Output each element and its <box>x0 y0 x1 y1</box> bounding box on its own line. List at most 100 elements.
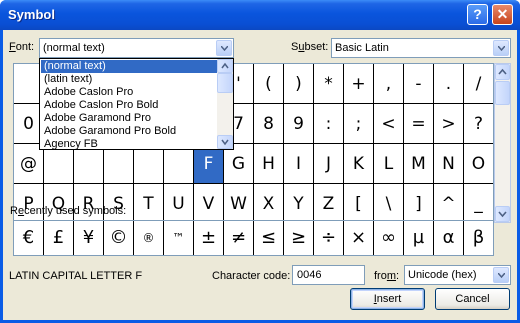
window-title: Symbol <box>8 7 55 22</box>
symbol-cell[interactable]: / <box>464 64 493 104</box>
symbol-cell[interactable]: @ <box>14 144 44 184</box>
symbol-cell[interactable]: ^ <box>434 184 464 222</box>
symbol-cell[interactable]: ? <box>464 104 493 144</box>
recent-symbol-cell[interactable]: ≠ <box>224 221 254 255</box>
symbol-cell[interactable]: W <box>224 184 254 222</box>
from-combobox[interactable]: Unicode (hex) <box>404 265 511 285</box>
recent-symbol-cell[interactable]: ± <box>194 221 224 255</box>
symbol-cell[interactable]: N <box>434 144 464 184</box>
symbol-cell[interactable]: ; <box>344 104 374 144</box>
symbol-cell[interactable]: H <box>254 144 284 184</box>
symbol-cell[interactable] <box>74 144 104 184</box>
scroll-up-icon[interactable] <box>495 64 510 80</box>
cancel-button[interactable]: Cancel <box>435 288 510 310</box>
subset-combobox[interactable]: Basic Latin <box>331 38 511 58</box>
symbol-cell[interactable]: X <box>254 184 284 222</box>
symbol-cell[interactable]: I <box>284 144 314 184</box>
font-list-item[interactable]: Adobe Caslon Pro Bold <box>41 99 217 112</box>
symbol-cell[interactable]: > <box>434 104 464 144</box>
font-list-item[interactable]: Adobe Garamond Pro Bold <box>41 125 217 138</box>
symbol-cell[interactable]: K <box>344 144 374 184</box>
symbol-cell[interactable] <box>164 144 194 184</box>
recent-symbol-cell[interactable]: £ <box>44 221 74 255</box>
recent-symbol-cell[interactable]: ÷ <box>314 221 344 255</box>
symbol-cell[interactable]: M <box>404 144 434 184</box>
scroll-down-icon[interactable] <box>495 206 510 222</box>
recent-symbol-cell[interactable]: ® <box>134 221 164 255</box>
font-list-item[interactable]: Adobe Caslon Pro <box>41 86 217 99</box>
insert-button[interactable]: Insert <box>350 288 425 310</box>
from-dropdown-arrow-icon[interactable] <box>493 267 509 283</box>
font-label: Font: <box>9 41 35 53</box>
recent-symbol-cell[interactable]: ∞ <box>374 221 404 255</box>
dialog-body: Font: (normal text) Subset: Basic Latin … <box>3 30 517 320</box>
symbol-cell[interactable] <box>44 144 74 184</box>
symbol-grid-scrollbar[interactable] <box>494 63 511 223</box>
recent-symbol-cell[interactable]: ≥ <box>284 221 314 255</box>
font-list-item[interactable]: Agency FB <box>41 138 217 149</box>
recent-symbol-cell[interactable]: € <box>14 221 44 255</box>
help-button[interactable]: ? <box>467 4 488 25</box>
title-bar[interactable]: Symbol ? ✕ <box>0 0 520 30</box>
subset-value: Basic Latin <box>335 42 389 54</box>
symbol-cell[interactable] <box>134 144 164 184</box>
font-list-item[interactable]: Adobe Garamond Pro <box>41 112 217 125</box>
font-list-scroll-up-icon[interactable] <box>217 59 233 73</box>
symbol-cell[interactable]: * <box>314 64 344 104</box>
symbol-cell[interactable]: 9 <box>284 104 314 144</box>
scroll-thumb[interactable] <box>495 81 510 105</box>
symbol-cell[interactable]: O <box>464 144 493 184</box>
symbol-cell[interactable]: [ <box>344 184 374 222</box>
character-code-input[interactable]: 0046 <box>292 265 365 285</box>
recent-symbol-cell[interactable]: © <box>104 221 134 255</box>
symbol-cell[interactable] <box>104 144 134 184</box>
symbol-cell[interactable]: ] <box>404 184 434 222</box>
symbol-cell[interactable]: G <box>224 144 254 184</box>
symbol-cell[interactable]: Y <box>284 184 314 222</box>
character-name: LATIN CAPITAL LETTER F <box>9 270 143 282</box>
close-button[interactable]: ✕ <box>492 4 513 25</box>
symbol-cell[interactable]: _ <box>464 184 493 222</box>
symbol-cell[interactable]: , <box>374 64 404 104</box>
symbol-cell[interactable]: = <box>404 104 434 144</box>
symbol-cell[interactable]: Z <box>314 184 344 222</box>
from-label: from: <box>374 270 400 282</box>
recent-symbol-cell[interactable]: ™ <box>164 221 194 255</box>
symbol-cell[interactable]: + <box>344 64 374 104</box>
font-dropdown-arrow-icon[interactable] <box>216 40 232 56</box>
recent-symbol-cell[interactable]: × <box>344 221 374 255</box>
font-value: (normal text) <box>43 42 105 54</box>
font-dropdown-list[interactable]: Agency FB Adobe Garamond Pro Bold Adobe Ga… <box>39 58 234 150</box>
character-code-label: Character code: <box>212 270 291 282</box>
recent-symbol-cell[interactable]: ¥ <box>74 221 104 255</box>
symbol-cell[interactable]: V <box>194 184 224 222</box>
recent-symbol-cell[interactable]: ≤ <box>254 221 284 255</box>
recent-symbol-cell[interactable]: β <box>464 221 493 255</box>
symbol-cell[interactable]: J <box>314 144 344 184</box>
recent-symbol-cell[interactable]: α <box>434 221 464 255</box>
recent-symbol-cell[interactable]: µ <box>404 221 434 255</box>
font-list-scrollbar[interactable] <box>217 59 233 149</box>
font-list-scroll-down-icon[interactable] <box>217 135 233 149</box>
symbol-cell[interactable]: ( <box>254 64 284 104</box>
symbol-cell[interactable]: U <box>164 184 194 222</box>
symbol-cell[interactable]: < <box>374 104 404 144</box>
symbol-cell[interactable]: ) <box>284 64 314 104</box>
symbol-cell[interactable]: T <box>134 184 164 222</box>
recent-symbols-label: Recently used symbols: <box>10 205 127 217</box>
symbol-cell[interactable]: L <box>374 144 404 184</box>
font-list-scroll-thumb[interactable] <box>217 73 233 93</box>
subset-dropdown-arrow-icon[interactable] <box>493 40 509 56</box>
symbol-cell[interactable]: - <box>404 64 434 104</box>
symbol-cell[interactable]: . <box>434 64 464 104</box>
symbol-cell[interactable]: \ <box>374 184 404 222</box>
from-value: Unicode (hex) <box>408 269 477 281</box>
symbol-cell[interactable]: 8 <box>254 104 284 144</box>
symbol-cell[interactable]: F <box>194 144 224 184</box>
font-list-item[interactable]: (normal text) <box>41 60 217 73</box>
symbol-cell[interactable]: : <box>314 104 344 144</box>
font-combobox[interactable]: (normal text) <box>39 38 234 58</box>
subset-label: Subset: <box>291 41 329 53</box>
symbol-dialog: Symbol ? ✕ Font: (normal text) Subset: B… <box>0 0 520 323</box>
font-list-item[interactable]: (latin text) <box>41 73 217 86</box>
